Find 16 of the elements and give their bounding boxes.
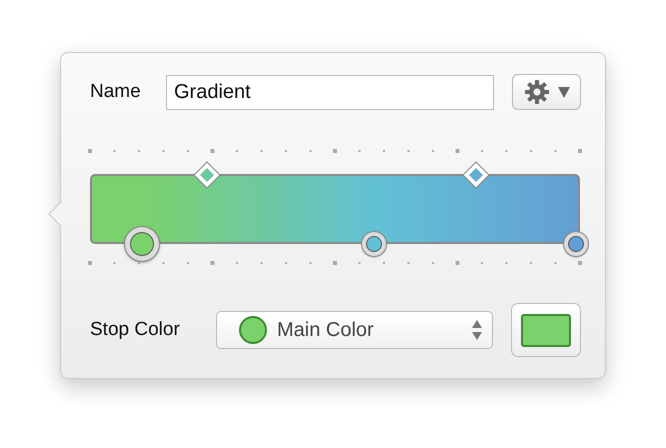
color-swatch	[521, 314, 571, 346]
gradient-stop-handle[interactable]	[362, 232, 386, 256]
stop-color-label: Stop Color	[90, 318, 181, 342]
stop-color-value: Main Color	[277, 318, 375, 343]
caret-icon	[558, 86, 570, 98]
name-input-field[interactable]: Gradient	[166, 74, 494, 110]
settings-dropdown-button[interactable]	[512, 74, 581, 110]
midpoint-handle[interactable]	[460, 160, 491, 190]
settings-icon	[524, 79, 550, 105]
gradient-stop-handle[interactable]	[564, 232, 588, 256]
color-well-button[interactable]	[511, 303, 581, 357]
stepper-arrows-icon	[472, 320, 482, 340]
gradient-stop-handle[interactable]	[124, 227, 159, 261]
stop-color-select[interactable]: Main Color	[216, 311, 493, 349]
midpoint-handle[interactable]	[192, 160, 222, 190]
name-label: Name	[90, 80, 142, 104]
